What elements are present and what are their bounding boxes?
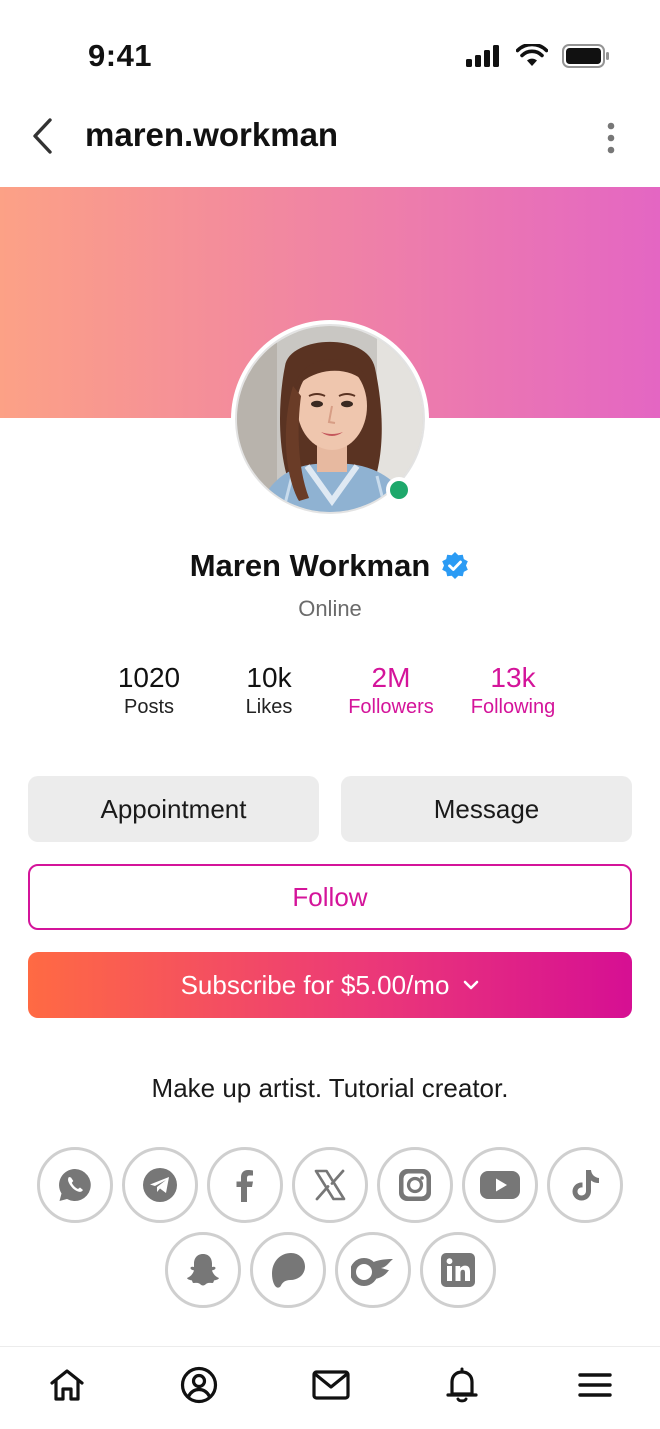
- profile-name: Maren Workman: [189, 548, 431, 583]
- appointment-button[interactable]: Appointment: [28, 776, 319, 842]
- bottom-tab-bar: [0, 1346, 660, 1429]
- snapchat-icon: [186, 1254, 219, 1286]
- tab-home[interactable]: [45, 1363, 89, 1407]
- stat-value: 1020: [117, 662, 181, 693]
- stat-label: Followers: [348, 696, 434, 718]
- patreon-icon: [271, 1253, 305, 1288]
- status-bar: 9:41: [0, 0, 660, 100]
- nav-bar: maren.workman: [0, 100, 660, 186]
- facebook-icon: [236, 1170, 253, 1202]
- x-icon: [314, 1169, 346, 1201]
- status-icons: [466, 44, 610, 68]
- instagram-link[interactable]: [377, 1147, 453, 1223]
- linkedin-icon: [440, 1253, 475, 1287]
- facebook-link[interactable]: [207, 1147, 283, 1223]
- tab-profile[interactable]: [177, 1363, 221, 1407]
- stat-value: 10k: [246, 662, 292, 693]
- back-button[interactable]: [22, 114, 62, 158]
- linkedin-link[interactable]: [419, 1232, 496, 1308]
- tab-messages[interactable]: [309, 1363, 353, 1407]
- social-links-row-2: [0, 1232, 660, 1308]
- message-button[interactable]: Message: [341, 776, 632, 842]
- subscribe-label: Subscribe for $5.00/mo: [180, 969, 450, 1000]
- stat-value: 2M: [371, 662, 411, 693]
- profile-stats: 1020 Posts 10k Likes 2M Followers 13k Fo…: [0, 662, 660, 722]
- bell-icon: [446, 1367, 478, 1403]
- stat-likes[interactable]: 10k Likes: [204, 662, 334, 720]
- tab-notifications[interactable]: [440, 1363, 484, 1407]
- more-vertical-icon: [607, 122, 615, 154]
- nav-title: maren.workman: [85, 116, 339, 153]
- profile-bio: Make up artist. Tutorial creator.: [151, 1073, 509, 1103]
- stat-followers[interactable]: 2M Followers: [326, 662, 456, 720]
- home-icon: [50, 1369, 84, 1401]
- onlyfans-icon: [350, 1258, 393, 1286]
- onlyfans-link[interactable]: [334, 1232, 411, 1308]
- menu-icon: [578, 1373, 612, 1397]
- cellular-signal-icon: [466, 45, 499, 67]
- x-link[interactable]: [292, 1147, 368, 1223]
- snapchat-link[interactable]: [164, 1232, 241, 1308]
- stat-label: Following: [470, 696, 556, 718]
- verified-badge-icon: [442, 552, 469, 579]
- battery-icon: [562, 44, 609, 68]
- stat-posts[interactable]: 1020 Posts: [84, 662, 214, 720]
- follow-button[interactable]: Follow: [28, 864, 632, 930]
- whatsapp-icon: [59, 1169, 91, 1201]
- social-links-row-1: [0, 1147, 660, 1223]
- stat-label: Posts: [123, 696, 175, 718]
- online-indicator: [386, 477, 412, 503]
- instagram-icon: [399, 1169, 431, 1201]
- stat-value: 13k: [490, 662, 536, 693]
- profile-icon: [180, 1366, 218, 1404]
- wifi-icon: [516, 44, 548, 66]
- back-chevron-icon: [33, 118, 52, 154]
- youtube-icon: [480, 1171, 520, 1199]
- chevron-down-icon: [464, 980, 479, 990]
- stat-following[interactable]: 13k Following: [448, 662, 578, 720]
- youtube-link[interactable]: [462, 1147, 538, 1223]
- tab-menu[interactable]: [573, 1363, 617, 1407]
- profile-name-row: Maren Workman: [0, 548, 660, 584]
- stat-label: Likes: [245, 696, 293, 718]
- telegram-link[interactable]: [122, 1147, 198, 1223]
- whatsapp-link[interactable]: [37, 1147, 113, 1223]
- more-options-button[interactable]: [596, 118, 626, 158]
- subscribe-button[interactable]: Subscribe for $5.00/mo: [28, 952, 632, 1018]
- tiktok-icon: [572, 1170, 599, 1201]
- tiktok-link[interactable]: [547, 1147, 623, 1223]
- patreon-link[interactable]: [249, 1232, 326, 1308]
- mail-icon: [312, 1370, 350, 1400]
- telegram-icon: [143, 1168, 177, 1202]
- status-time: 9:41: [88, 38, 153, 73]
- profile-status: Online: [298, 596, 362, 621]
